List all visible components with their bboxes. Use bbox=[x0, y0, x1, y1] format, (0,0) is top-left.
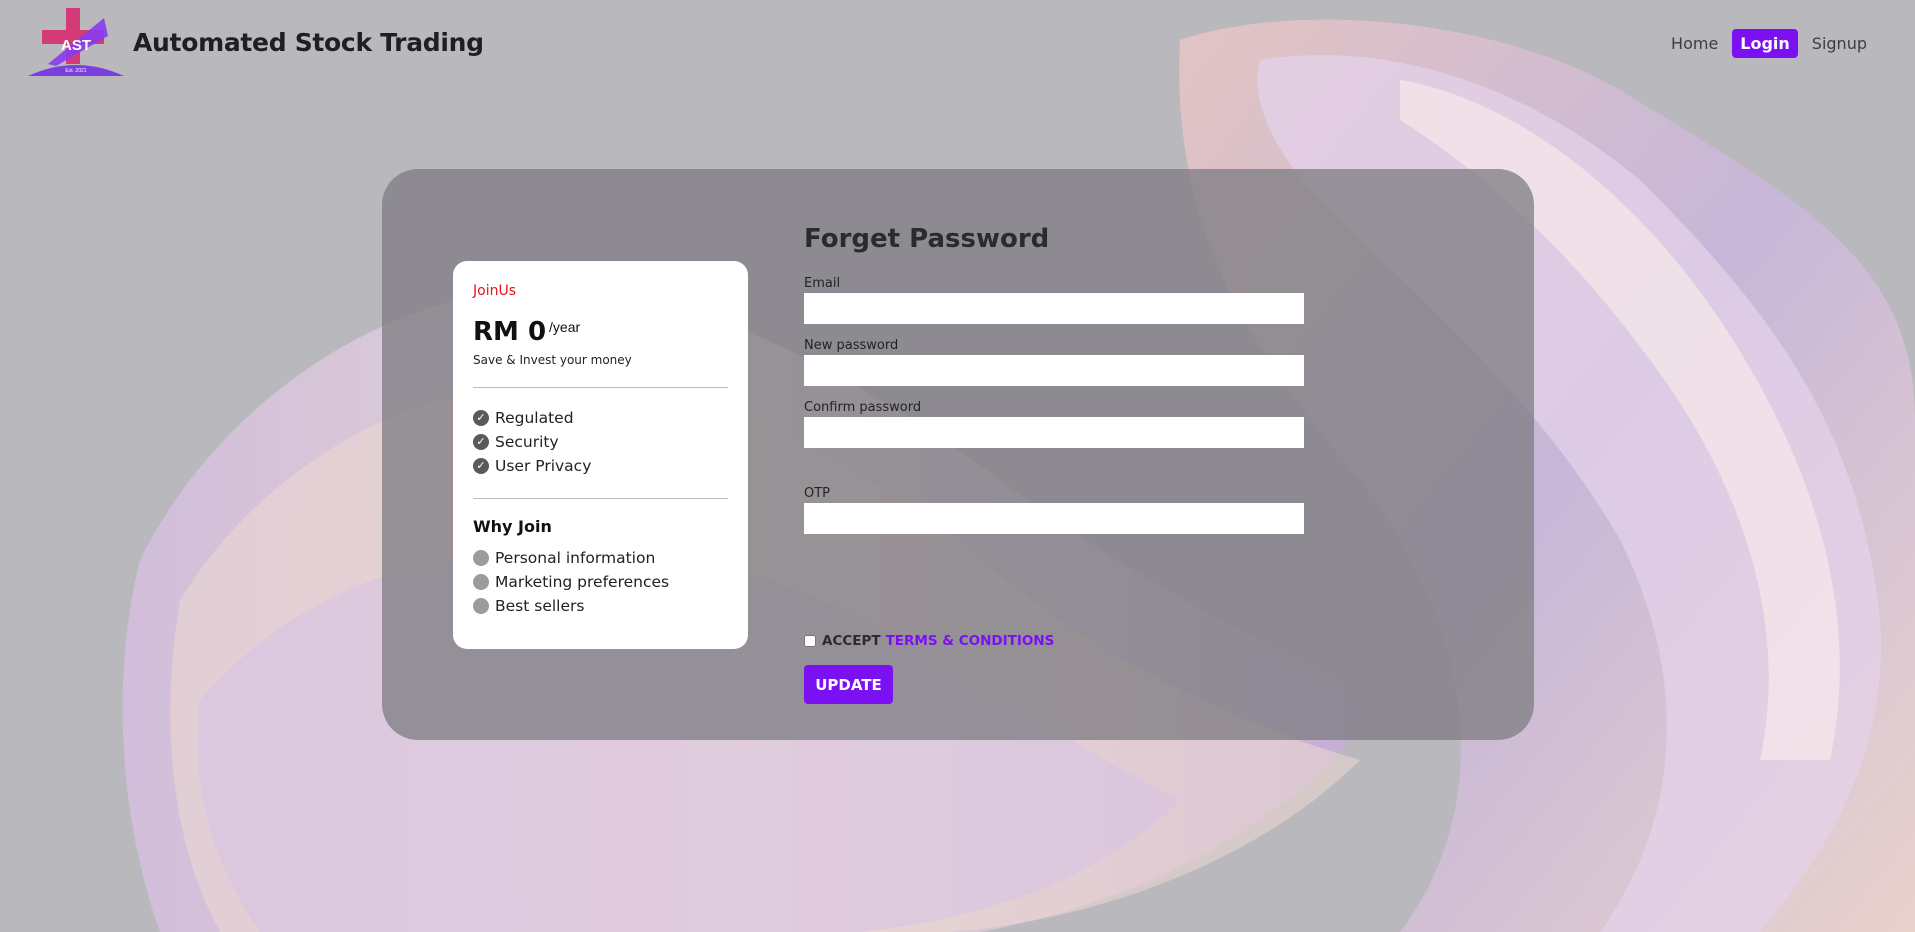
new-password-label: New password bbox=[804, 338, 899, 353]
accept-label: ACCEPT bbox=[822, 633, 881, 649]
card-divider bbox=[473, 387, 728, 388]
bullet-circle-icon bbox=[473, 550, 489, 566]
top-navbar: AST Est. 2021 Automated Stock Trading Ho… bbox=[0, 0, 1915, 90]
logo-icon: AST Est. 2021 bbox=[28, 8, 124, 76]
new-password-field[interactable] bbox=[804, 355, 1304, 386]
why-join-title: Why Join bbox=[473, 517, 552, 536]
brand-logo[interactable]: AST Est. 2021 bbox=[26, 6, 126, 80]
feature-label: User Privacy bbox=[495, 457, 592, 475]
brand-title[interactable]: Automated Stock Trading bbox=[133, 28, 484, 57]
feature-label: Security bbox=[495, 433, 559, 451]
price-row: RM 0 /year bbox=[473, 317, 728, 347]
feature-item: ✓ Security bbox=[473, 430, 728, 454]
confirm-password-field[interactable] bbox=[804, 417, 1304, 448]
nav-home-link[interactable]: Home bbox=[1665, 29, 1724, 58]
bullet-circle-icon bbox=[473, 598, 489, 614]
forget-password-form: Forget Password Email New password Confi… bbox=[804, 224, 1304, 704]
reason-label: Personal information bbox=[495, 549, 656, 567]
reason-label: Marketing preferences bbox=[495, 573, 670, 591]
feature-item: ✓ User Privacy bbox=[473, 454, 728, 478]
price-period: /year bbox=[549, 319, 581, 335]
forget-password-panel: JoinUs RM 0 /year Save & Invest your mon… bbox=[382, 169, 1534, 740]
check-circle-icon: ✓ bbox=[473, 458, 489, 474]
reason-item: Best sellers bbox=[473, 594, 728, 618]
card-tagline: Save & Invest your money bbox=[473, 353, 632, 367]
accept-terms-row: ACCEPT TERMS & CONDITIONS bbox=[804, 633, 1054, 649]
price-value: RM 0 bbox=[473, 317, 547, 347]
terms-link[interactable]: TERMS & CONDITIONS bbox=[886, 633, 1055, 649]
logo-subtext: Est. 2021 bbox=[65, 68, 86, 74]
confirm-password-label: Confirm password bbox=[804, 400, 922, 415]
check-circle-icon: ✓ bbox=[473, 410, 489, 426]
nav-signup-link[interactable]: Signup bbox=[1806, 29, 1873, 58]
feature-label: Regulated bbox=[495, 409, 574, 427]
join-label: JoinUs bbox=[473, 283, 516, 299]
otp-field[interactable] bbox=[804, 503, 1304, 534]
email-field[interactable] bbox=[804, 293, 1304, 324]
logo-text: AST bbox=[61, 37, 91, 54]
card-divider bbox=[473, 498, 728, 499]
form-title: Forget Password bbox=[804, 224, 1050, 254]
update-button[interactable]: UPDATE bbox=[804, 665, 893, 704]
reason-item: Marketing preferences bbox=[473, 570, 728, 594]
email-label: Email bbox=[804, 276, 841, 291]
feature-item: ✓ Regulated bbox=[473, 406, 728, 430]
pricing-card: JoinUs RM 0 /year Save & Invest your mon… bbox=[453, 261, 748, 649]
check-circle-icon: ✓ bbox=[473, 434, 489, 450]
reason-item: Personal information bbox=[473, 546, 728, 570]
nav-login-link[interactable]: Login bbox=[1732, 29, 1798, 58]
otp-label: OTP bbox=[804, 486, 831, 501]
accept-terms-checkbox[interactable] bbox=[804, 635, 816, 647]
bullet-circle-icon bbox=[473, 574, 489, 590]
reason-label: Best sellers bbox=[495, 597, 585, 615]
nav-links: Home Login Signup bbox=[1665, 29, 1873, 58]
